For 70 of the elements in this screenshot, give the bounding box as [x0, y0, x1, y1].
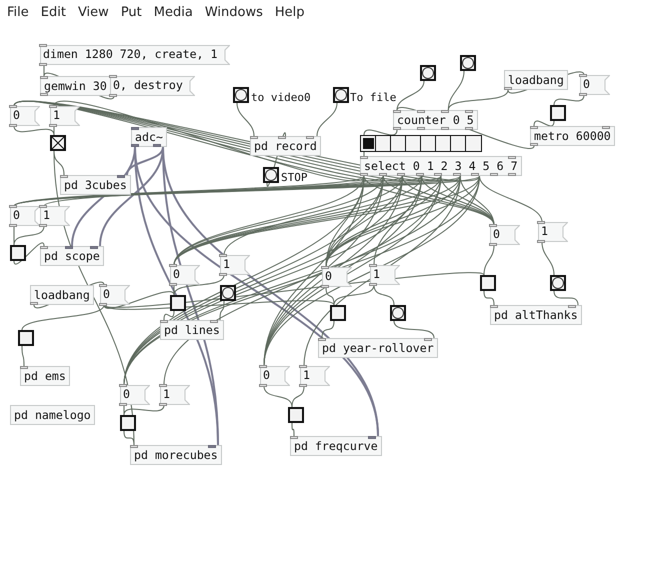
message-box[interactable]: 0: [260, 366, 290, 386]
message-box[interactable]: 0: [10, 106, 40, 126]
object-box: pd record: [250, 136, 321, 156]
radio-cell[interactable]: [376, 136, 391, 151]
bang-button[interactable]: [390, 305, 406, 321]
object-box: loadbang: [30, 285, 94, 305]
object-box: metro 60000: [530, 126, 615, 146]
message-box[interactable]: 1: [40, 206, 70, 226]
object-box: pd lines: [160, 320, 224, 340]
radio-cell[interactable]: [436, 136, 451, 151]
toggle[interactable]: [330, 305, 346, 321]
radio-cell[interactable]: [451, 136, 466, 151]
object-box: pd morecubes: [130, 445, 222, 465]
bang-button[interactable]: [550, 275, 566, 291]
object-box: pd namelogo: [10, 405, 95, 425]
toggle[interactable]: [480, 275, 496, 291]
toggle[interactable]: [120, 415, 136, 431]
bang-button[interactable]: [263, 167, 279, 183]
object-box: counter 0 5: [393, 110, 478, 130]
message-box[interactable]: 0, destroy: [110, 76, 195, 96]
comment-label: To file: [350, 90, 396, 106]
message-box[interactable]: 1: [300, 366, 330, 386]
radio-cell[interactable]: [406, 136, 421, 151]
message-box[interactable]: 1: [370, 265, 400, 285]
comment-label: to video0: [251, 90, 311, 106]
menu-item[interactable]: Media: [148, 0, 199, 24]
bang-button[interactable]: [220, 285, 236, 301]
toggle[interactable]: [288, 407, 304, 423]
menu-item[interactable]: Put: [114, 0, 148, 24]
bang-button[interactable]: [460, 55, 476, 71]
radio-cell[interactable]: [421, 136, 436, 151]
message-box[interactable]: 1: [220, 255, 250, 275]
menu-item[interactable]: File: [1, 0, 35, 24]
message-box[interactable]: 0: [170, 265, 200, 285]
toggle[interactable]: [18, 330, 34, 346]
object-box: pd altThanks: [490, 305, 582, 325]
message-box[interactable]: 0: [580, 75, 610, 95]
message-box[interactable]: 0: [490, 225, 520, 245]
object-box: pd scope: [40, 246, 104, 266]
bang-button[interactable]: [233, 87, 249, 103]
comment-label: STOP: [281, 170, 308, 186]
menu-item[interactable]: Windows: [198, 0, 269, 24]
message-box[interactable]: dimen 1280 720, create, 1: [40, 45, 230, 65]
radio-cell[interactable]: [361, 136, 376, 151]
menu-item[interactable]: View: [72, 0, 115, 24]
object-box: select 0 1 2 3 4 5 6 7: [360, 156, 522, 176]
toggle[interactable]: [550, 105, 566, 121]
message-box[interactable]: 0: [120, 385, 150, 405]
radio-cell[interactable]: [391, 136, 406, 151]
menu-item[interactable]: Edit: [34, 0, 72, 24]
object-box: loadbang: [504, 70, 568, 90]
message-box[interactable]: 0: [322, 267, 352, 287]
object-box: gemwin 30: [40, 76, 111, 96]
object-box: pd ems: [20, 366, 70, 386]
radio-cell[interactable]: [466, 136, 481, 151]
object-box: adc~: [131, 127, 167, 147]
message-box[interactable]: 1: [538, 222, 568, 242]
message-box[interactable]: 0: [100, 285, 130, 305]
bang-button[interactable]: [420, 65, 436, 81]
toggle[interactable]: [170, 295, 186, 311]
object-box: pd freqcurve: [290, 436, 382, 456]
toggle[interactable]: [10, 245, 26, 261]
message-box[interactable]: 0: [10, 206, 40, 226]
object-box: pd 3cubes: [60, 175, 131, 195]
menu-item[interactable]: Help: [268, 0, 310, 24]
message-box[interactable]: 1: [160, 385, 190, 405]
toggle[interactable]: [50, 135, 66, 151]
message-box[interactable]: 1: [50, 106, 80, 126]
bang-button[interactable]: [333, 87, 349, 103]
object-box: pd year-rollover: [318, 338, 438, 358]
